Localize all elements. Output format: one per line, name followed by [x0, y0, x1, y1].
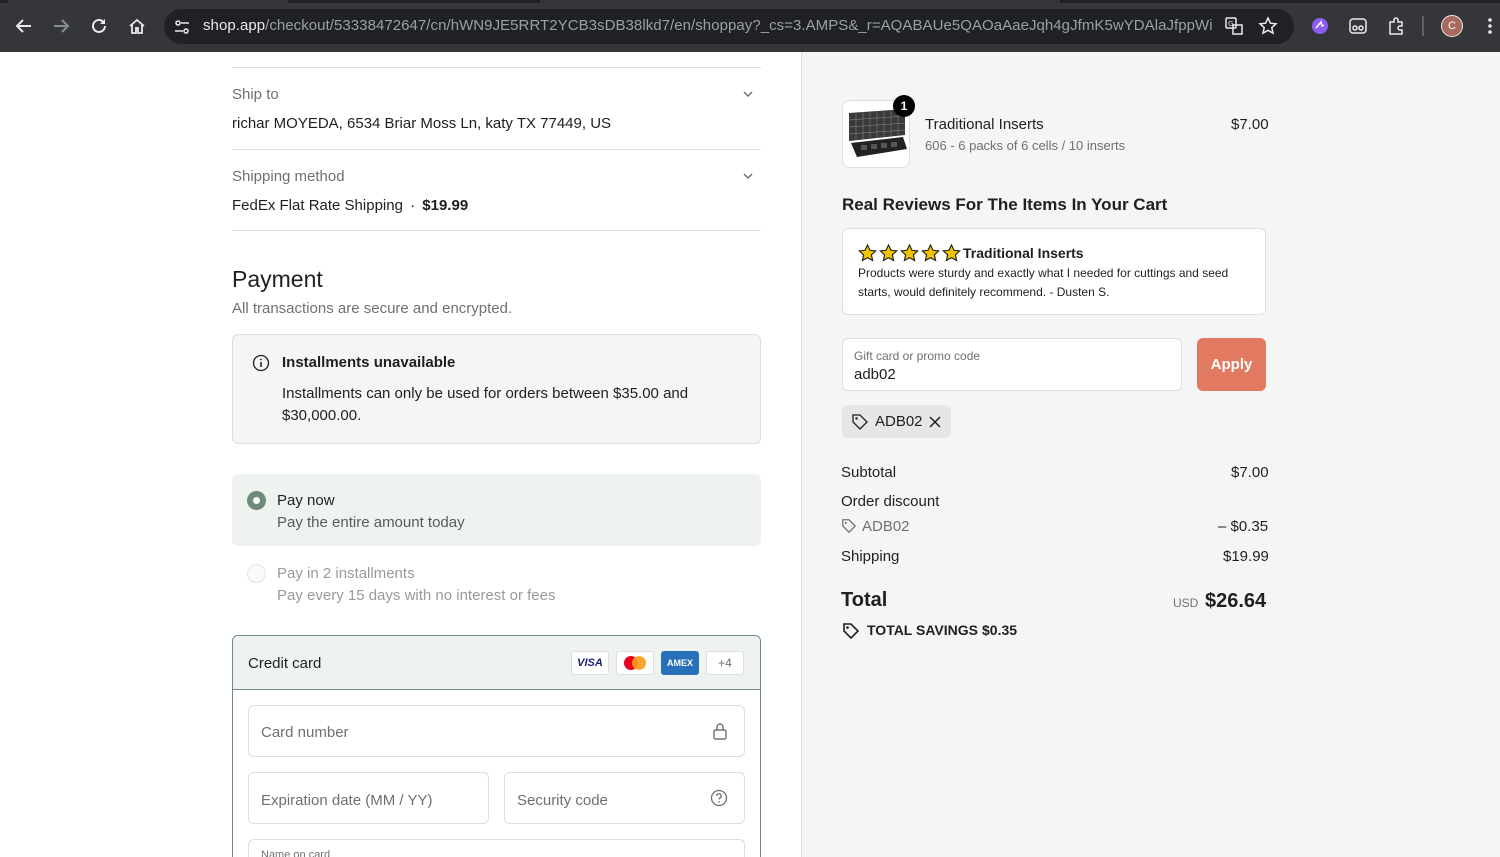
- discount-code: ADB02: [862, 518, 910, 535]
- option-title: Pay in 2 installments: [277, 565, 415, 582]
- savings-value: $0.35: [982, 622, 1018, 638]
- profile-avatar[interactable]: C: [1440, 14, 1464, 38]
- tag-icon: [851, 413, 869, 431]
- name-on-card-field[interactable]: Name on card: [248, 839, 745, 857]
- star-icon: [858, 244, 877, 262]
- remove-code-icon[interactable]: [927, 414, 943, 430]
- visa-logo: VISA: [571, 651, 609, 675]
- star-icon: [879, 244, 898, 262]
- pay-now-option[interactable]: Pay now Pay the entire amount today: [232, 474, 761, 546]
- ship-to-address: richar MOYEDA, 6534 Briar Moss Ln, katy …: [232, 115, 612, 132]
- ship-to-label: Ship to: [232, 86, 279, 103]
- security-code-placeholder: Security code: [517, 792, 608, 809]
- bookmark-star-icon[interactable]: [1256, 14, 1280, 38]
- discount-label: Order discount: [841, 493, 940, 510]
- chevron-down-icon[interactable]: [740, 168, 756, 184]
- info-icon: [252, 354, 270, 372]
- divider: [232, 67, 761, 68]
- star-icon: [921, 244, 940, 262]
- home-icon[interactable]: [125, 14, 149, 38]
- review-card: Traditional Inserts Products were sturdy…: [842, 228, 1266, 315]
- option-title: Pay now: [277, 492, 335, 509]
- forward-icon[interactable]: [49, 14, 73, 38]
- divider: [232, 149, 761, 150]
- credit-card-label: Credit card: [248, 655, 322, 672]
- reviews-heading: Real Reviews For The Items In Your Cart: [842, 195, 1168, 214]
- shipping-method-price: $19.99: [422, 197, 469, 214]
- applied-code: ADB02: [875, 413, 923, 430]
- lock-icon: [712, 722, 728, 740]
- promo-code-field[interactable]: Gift card or promo code adb02: [842, 338, 1182, 391]
- promo-code-value: adb02: [854, 366, 896, 383]
- promo-code-label: Gift card or promo code: [854, 349, 981, 363]
- shipping-value: $19.99: [1223, 548, 1269, 565]
- tab-strip: [0, 0, 1500, 3]
- notice-title: Installments unavailable: [282, 354, 456, 371]
- installments-notice: Installments unavailable Installments ca…: [232, 334, 761, 444]
- applied-discount-chip: ADB02: [842, 405, 951, 438]
- back-icon[interactable]: [12, 14, 36, 38]
- payment-subtitle: All transactions are secure and encrypte…: [232, 300, 513, 317]
- pay-installments-option: Pay in 2 installments Pay every 15 days …: [232, 558, 761, 614]
- order-summary: [801, 52, 1500, 857]
- discount-value: – $0.35: [1218, 518, 1269, 535]
- radio-selected[interactable]: [247, 491, 266, 510]
- site-info-icon[interactable]: [172, 17, 192, 37]
- savings-tag-icon: [842, 622, 860, 640]
- item-name: Traditional Inserts: [925, 116, 1044, 133]
- shipping-method-name: FedEx Flat Rate Shipping: [232, 197, 403, 214]
- card-number-placeholder: Card number: [261, 724, 349, 741]
- shipping-label: Shipping: [841, 548, 900, 565]
- option-subtitle: Pay every 15 days with no interest or fe…: [277, 587, 556, 604]
- mastercard-logo: [616, 651, 654, 675]
- reload-icon[interactable]: [87, 14, 111, 38]
- translate-icon[interactable]: G: [1222, 14, 1246, 38]
- review-product-name: Traditional Inserts: [963, 245, 1084, 261]
- star-icon: [942, 244, 961, 262]
- payment-title: Payment: [232, 266, 323, 292]
- help-icon[interactable]: [710, 789, 728, 807]
- name-on-card-placeholder: Name on card: [261, 849, 331, 857]
- savings-label: TOTAL SAVINGS: [867, 622, 978, 638]
- toolbar-divider: [1422, 16, 1424, 36]
- url-text[interactable]: shop.app/checkout/53338472647/cn/hWN9JE5…: [203, 17, 1213, 34]
- shipping-method-value: FedEx Flat Rate Shipping · $19.99: [232, 197, 468, 214]
- item-variant: 606 - 6 packs of 6 cells / 10 inserts: [925, 138, 1126, 153]
- subtotal-label: Subtotal: [841, 464, 897, 481]
- total-currency: USD: [1173, 596, 1199, 610]
- item-price: $7.00: [1231, 116, 1269, 133]
- radio-unselected: [247, 564, 266, 583]
- star-rating: [858, 244, 961, 262]
- notice-body: Installments can only be used for orders…: [282, 385, 689, 424]
- browser-menu-icon[interactable]: [1478, 14, 1500, 38]
- tag-icon: [841, 518, 857, 534]
- divider: [232, 230, 761, 231]
- total-label: Total: [841, 589, 888, 611]
- svg-text:G: G: [1228, 20, 1233, 28]
- total-value: $26.64: [1205, 590, 1267, 612]
- browser-toolbar: shop.app/checkout/53338472647/cn/hWN9JE5…: [0, 0, 1500, 52]
- amex-logo: AMEX: [661, 651, 699, 675]
- chevron-down-icon[interactable]: [740, 86, 756, 102]
- apply-button[interactable]: Apply: [1197, 338, 1266, 391]
- security-code-field[interactable]: Security code: [504, 772, 745, 824]
- star-icon: [900, 244, 919, 262]
- shipping-method-separator: ·: [410, 197, 416, 214]
- extension-purple-icon[interactable]: [1308, 14, 1332, 38]
- extension-glasses-icon[interactable]: [1346, 14, 1370, 38]
- extensions-puzzle-icon[interactable]: [1384, 14, 1408, 38]
- shipping-method-label: Shipping method: [232, 168, 345, 185]
- review-text: Products were sturdy and exactly what I …: [858, 266, 1229, 299]
- quantity-badge: 1: [893, 95, 915, 117]
- more-cards-badge: +4: [706, 651, 744, 675]
- option-subtitle: Pay the entire amount today: [277, 514, 465, 531]
- subtotal-value: $7.00: [1231, 464, 1269, 481]
- expiry-field[interactable]: Expiration date (MM / YY): [248, 772, 489, 824]
- expiry-placeholder: Expiration date (MM / YY): [261, 792, 433, 809]
- card-number-field[interactable]: Card number: [248, 705, 745, 757]
- credit-card-header[interactable]: Credit card VISA AMEX +4: [233, 636, 760, 690]
